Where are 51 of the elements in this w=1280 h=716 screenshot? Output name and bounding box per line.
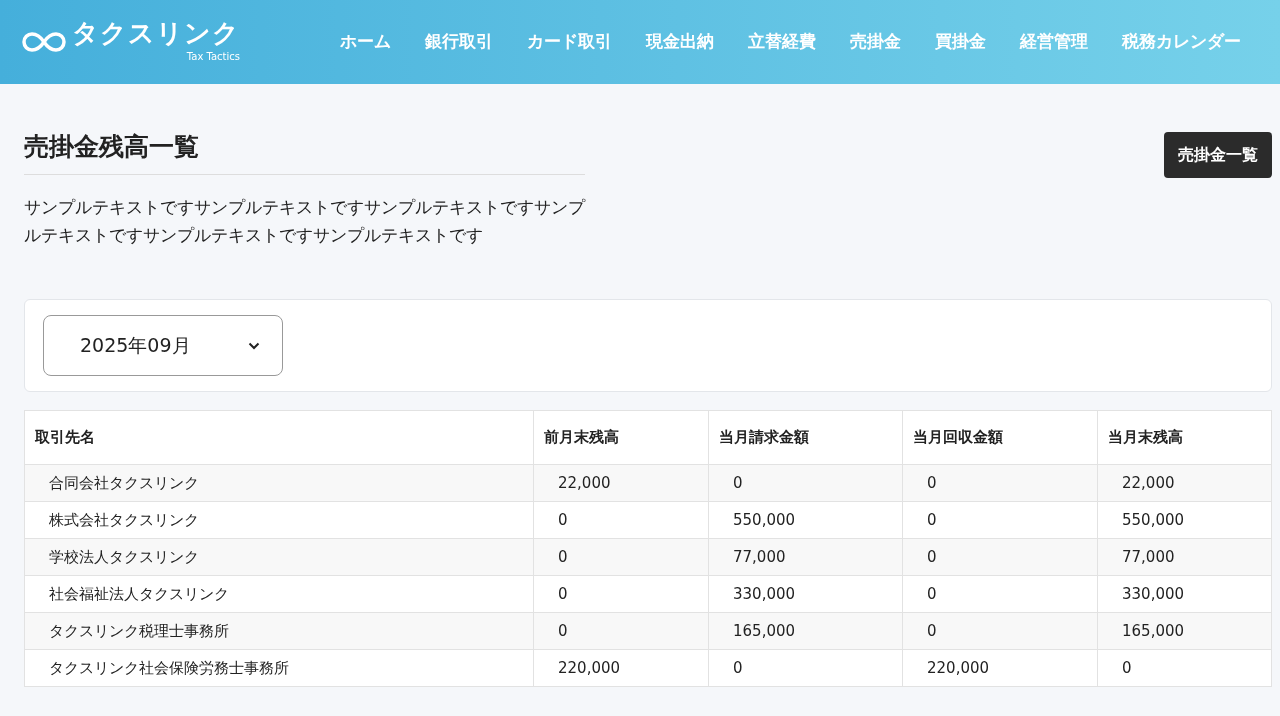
table-cell: 220,000 xyxy=(902,649,1098,687)
nav-link[interactable]: 売掛金 xyxy=(833,29,918,55)
table-cell: 0 xyxy=(902,575,1098,613)
table-cell: 220,000 xyxy=(533,649,709,687)
table-cell: 0 xyxy=(1097,649,1272,687)
table-cell: 330,000 xyxy=(708,575,903,613)
table-cell: タクスリンク税理士事務所 xyxy=(24,612,534,650)
column-header: 取引先名 xyxy=(24,410,534,465)
table-cell: 77,000 xyxy=(708,538,903,576)
table-cell: 165,000 xyxy=(708,612,903,650)
description-text: サンプルテキストですサンプルテキストですサンプルテキストですサンプルテキストですサンプルテキストですサンプルテキストです xyxy=(24,196,587,247)
table-cell: 550,000 xyxy=(708,501,903,539)
table-cell: 株式会社タクスリンク xyxy=(24,501,534,539)
table-cell: 0 xyxy=(902,501,1098,539)
column-header: 当月末残高 xyxy=(1097,410,1272,465)
nav-link[interactable]: ホーム xyxy=(323,29,408,55)
table-cell: 学校法人タクスリンク xyxy=(24,538,534,576)
table-cell: 0 xyxy=(533,501,709,539)
table-cell: 0 xyxy=(708,464,903,502)
month-select[interactable]: 2025年09月 xyxy=(43,315,283,376)
nav-link[interactable]: 経営管理 xyxy=(1003,29,1105,55)
column-header: 当月請求金額 xyxy=(708,410,903,465)
nav-link[interactable]: 銀行取引 xyxy=(408,29,510,55)
page-title: 売掛金残高一覧 xyxy=(24,132,585,175)
receivables-list-button[interactable]: 売掛金一覧 xyxy=(1164,132,1272,178)
logo-text: タクスリンク xyxy=(72,18,240,48)
table-cell: 0 xyxy=(533,575,709,613)
table-cell: 22,000 xyxy=(533,464,709,502)
logo-subtext: Tax Tactics xyxy=(185,50,240,64)
chevron-down-icon xyxy=(248,341,260,350)
column-header: 前月末残高 xyxy=(533,410,709,465)
table-cell: 330,000 xyxy=(1097,575,1272,613)
table-cell: 0 xyxy=(902,612,1098,650)
nav-link[interactable]: 税務カレンダー xyxy=(1105,29,1258,55)
nav-link[interactable]: 買掛金 xyxy=(918,29,1003,55)
table-cell: 0 xyxy=(533,612,709,650)
table-cell: 0 xyxy=(708,649,903,687)
table-cell: 0 xyxy=(533,538,709,576)
table-cell: 77,000 xyxy=(1097,538,1272,576)
table-cell: 合同会社タクスリンク xyxy=(24,464,534,502)
column-header: 当月回収金額 xyxy=(902,410,1098,465)
nav-link[interactable]: カード取引 xyxy=(510,29,629,55)
table-cell: 0 xyxy=(902,464,1098,502)
table-cell: 550,000 xyxy=(1097,501,1272,539)
table-cell: タクスリンク社会保険労務士事務所 xyxy=(24,649,534,687)
table-cell: 0 xyxy=(902,538,1098,576)
table-cell: 22,000 xyxy=(1097,464,1272,502)
nav-link[interactable]: 現金出納 xyxy=(629,29,731,55)
table-cell: 社会福祉法人タクスリンク xyxy=(24,575,534,613)
table-cell: 165,000 xyxy=(1097,612,1272,650)
nav-link[interactable]: 立替経費 xyxy=(731,29,833,55)
